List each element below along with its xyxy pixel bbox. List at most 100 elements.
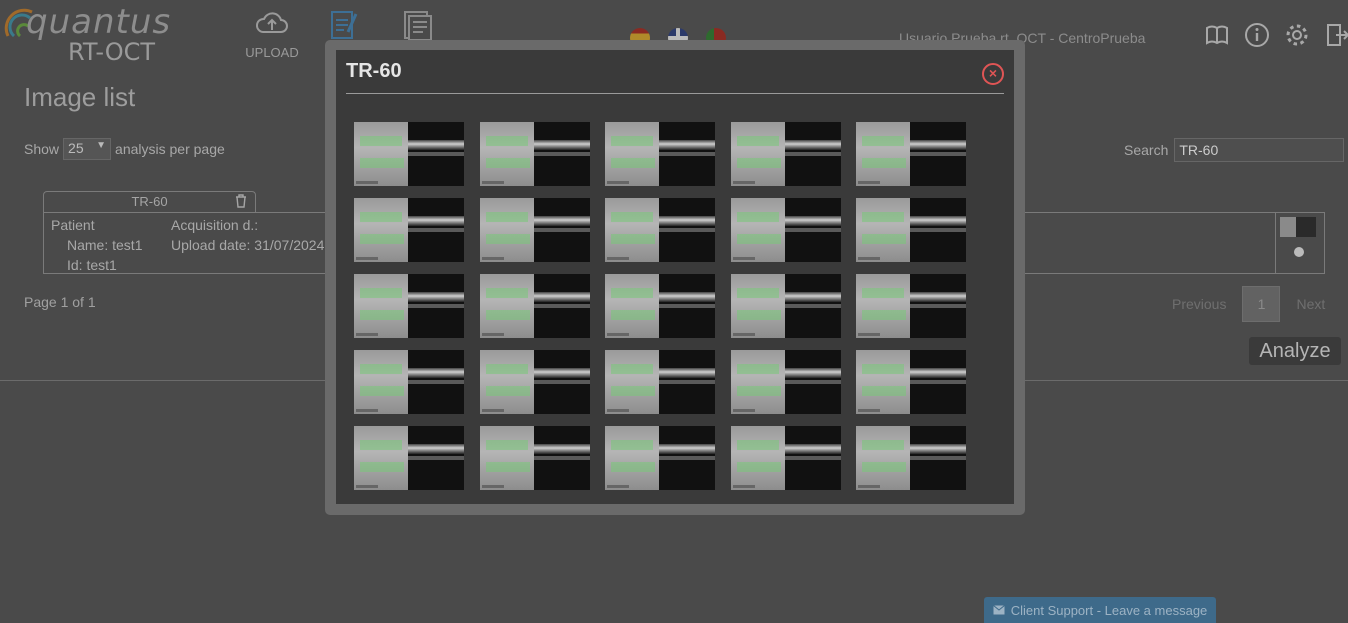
- scan-foot: [481, 485, 504, 488]
- scan-band2: [659, 380, 715, 384]
- scan-panel: [354, 122, 408, 186]
- scan-green1: [485, 136, 528, 146]
- patient-name: Name: test1: [67, 237, 143, 253]
- oct-scan-thumbnail[interactable]: [856, 122, 966, 186]
- scan-foot: [607, 181, 629, 184]
- logout-icon[interactable]: [1324, 22, 1348, 48]
- scan-band: [659, 444, 715, 454]
- oct-scan-thumbnail[interactable]: [354, 426, 464, 490]
- scan-band2: [659, 456, 715, 460]
- scan-band2: [784, 456, 841, 460]
- image-gallery-modal: TR-60 ×: [336, 50, 1014, 504]
- scan-band2: [533, 228, 590, 232]
- oct-scan-thumbnail[interactable]: [479, 426, 590, 490]
- next-button[interactable]: Next: [1296, 296, 1325, 312]
- scan-green1: [611, 212, 653, 222]
- scan-panel: [605, 122, 659, 186]
- nav-upload[interactable]: UPLOAD: [242, 8, 302, 60]
- scan-green2: [611, 386, 655, 396]
- oct-scan-thumbnail[interactable]: [354, 274, 464, 338]
- oct-scan-thumbnail[interactable]: [730, 198, 841, 262]
- oct-scan-thumbnail[interactable]: [479, 274, 590, 338]
- scan-green2: [611, 234, 655, 244]
- scan-band: [784, 444, 841, 454]
- scan-green2: [360, 310, 404, 320]
- oct-scan-thumbnail[interactable]: [856, 198, 966, 262]
- oct-scan-thumbnail[interactable]: [605, 350, 715, 414]
- scan-band2: [784, 152, 841, 156]
- oct-scan-thumbnail[interactable]: [856, 274, 966, 338]
- analysis-card-tab[interactable]: TR-60: [43, 191, 256, 212]
- oct-scan-thumbnail[interactable]: [730, 122, 841, 186]
- scan-foot: [481, 181, 504, 184]
- analyze-button[interactable]: Analyze: [1249, 337, 1341, 365]
- scan-foot: [858, 485, 880, 488]
- close-icon[interactable]: ×: [982, 63, 1004, 85]
- oct-scan-thumbnail[interactable]: [605, 198, 715, 262]
- scan-green2: [736, 234, 781, 244]
- per-page-select[interactable]: 25 ▼: [63, 138, 112, 160]
- oct-scan-thumbnail[interactable]: [605, 426, 715, 490]
- settings-gear-icon[interactable]: [1284, 22, 1310, 48]
- top-toolbar: [1204, 22, 1348, 48]
- scan-green1: [736, 440, 779, 450]
- patient-label: Patient: [51, 217, 95, 233]
- date-info: Acquisition d.: Upload date: 31/07/2024: [171, 215, 324, 255]
- scan-band: [784, 292, 841, 302]
- oct-scan-thumbnail[interactable]: [730, 274, 841, 338]
- scan-green2: [862, 234, 906, 244]
- scan-band: [533, 292, 590, 302]
- scan-band2: [533, 304, 590, 308]
- scan-foot: [858, 333, 880, 336]
- trash-icon[interactable]: [235, 194, 247, 208]
- scan-band: [910, 216, 966, 226]
- page-number-button[interactable]: 1: [1242, 286, 1281, 322]
- scan-band: [533, 140, 590, 150]
- scan-panel: [856, 350, 910, 414]
- scan-foot: [607, 485, 629, 488]
- scan-foot: [732, 333, 755, 336]
- scan-green1: [360, 136, 402, 146]
- client-support-button[interactable]: Client Support - Leave a message: [984, 597, 1216, 623]
- scan-panel: [856, 274, 910, 338]
- search-input[interactable]: [1174, 138, 1345, 162]
- card-thumbnail[interactable]: [1275, 213, 1324, 273]
- report-document-icon: [404, 11, 432, 41]
- scan-band2: [910, 228, 966, 232]
- scan-foot: [732, 257, 755, 260]
- envelope-icon: [992, 605, 1005, 615]
- scan-band2: [408, 456, 464, 460]
- scan-green1: [360, 288, 402, 298]
- edit-document-icon: [331, 11, 358, 39]
- oct-scan-thumbnail[interactable]: [730, 350, 841, 414]
- oct-scan-thumbnail[interactable]: [605, 274, 715, 338]
- image-grid: [354, 122, 966, 490]
- oct-scan-thumbnail[interactable]: [354, 350, 464, 414]
- scan-band: [659, 368, 715, 378]
- modal-divider: [346, 93, 1004, 94]
- oct-scan-thumbnail[interactable]: [354, 122, 464, 186]
- info-icon[interactable]: [1244, 22, 1270, 48]
- scan-panel: [605, 198, 659, 262]
- scan-panel: [354, 426, 408, 490]
- radio-dot-icon[interactable]: [1294, 247, 1304, 257]
- oct-scan-thumbnail[interactable]: [605, 122, 715, 186]
- scan-band2: [910, 456, 966, 460]
- per-page-value: 25: [68, 140, 84, 156]
- scan-green2: [485, 310, 530, 320]
- oct-scan-thumbnail[interactable]: [730, 426, 841, 490]
- scan-green2: [736, 462, 781, 472]
- analysis-card-title: TR-60: [131, 194, 168, 209]
- oct-scan-thumbnail[interactable]: [354, 198, 464, 262]
- oct-scan-thumbnail[interactable]: [479, 350, 590, 414]
- oct-scan-thumbnail[interactable]: [479, 198, 590, 262]
- previous-button[interactable]: Previous: [1172, 296, 1226, 312]
- scan-panel: [730, 350, 785, 414]
- logo-text: quantus: [26, 2, 172, 42]
- oct-scan-thumbnail[interactable]: [856, 426, 966, 490]
- manual-book-icon[interactable]: [1204, 22, 1230, 48]
- scan-green2: [485, 158, 530, 168]
- oct-scan-thumbnail[interactable]: [856, 350, 966, 414]
- oct-scan-thumbnail[interactable]: [479, 122, 590, 186]
- scan-band2: [659, 228, 715, 232]
